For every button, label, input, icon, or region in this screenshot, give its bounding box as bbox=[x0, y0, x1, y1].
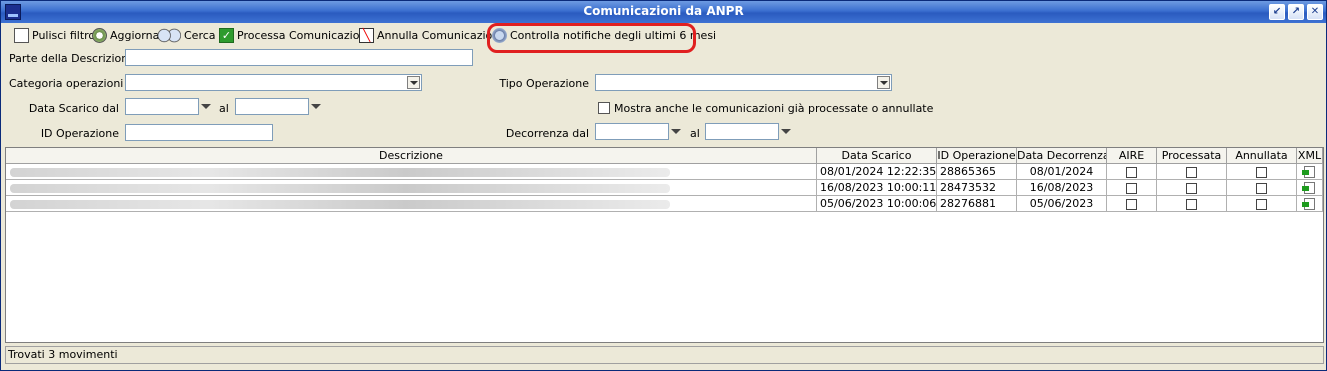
results-grid[interactable]: Descrizione Data Scarico ID Operazione D… bbox=[5, 147, 1324, 343]
row-processata-cell bbox=[1157, 164, 1227, 180]
column-header-id-operazione[interactable]: ID Operazione bbox=[937, 148, 1017, 164]
row-aire-cell bbox=[1107, 196, 1157, 212]
column-header-aire[interactable]: AIRE bbox=[1107, 148, 1157, 164]
processa-comunicazione-button[interactable]: ✓ Processa Comunicazione bbox=[219, 26, 373, 44]
data-scarico-label: Data Scarico dal bbox=[28, 102, 119, 115]
categoria-combo[interactable] bbox=[125, 74, 422, 91]
row-xml-cell bbox=[1297, 180, 1323, 196]
refresh-icon bbox=[92, 27, 107, 43]
row-descrizione-cell[interactable] bbox=[6, 164, 817, 180]
descrizione-label: Parte della Descrizione bbox=[9, 52, 135, 65]
data-scarico-al-label: al bbox=[219, 102, 229, 115]
row-data-scarico-cell[interactable]: 16/08/2023 10:00:11 bbox=[817, 180, 937, 196]
data-scarico-to-input[interactable] bbox=[235, 98, 309, 115]
chevron-down-icon[interactable] bbox=[669, 123, 683, 140]
xml-icon[interactable] bbox=[1302, 182, 1315, 194]
annullata-checkbox[interactable] bbox=[1256, 182, 1267, 194]
xml-icon[interactable] bbox=[1302, 166, 1315, 178]
row-annullata-cell bbox=[1227, 180, 1297, 196]
decorrenza-to-input[interactable] bbox=[705, 123, 779, 140]
column-header-descrizione[interactable]: Descrizione bbox=[6, 148, 817, 164]
processata-checkbox[interactable] bbox=[1186, 166, 1197, 178]
row-data-decorrenza-cell[interactable]: 16/08/2023 bbox=[1017, 180, 1107, 196]
document-icon bbox=[14, 27, 29, 43]
pulisci-filtro-button[interactable]: Pulisci filtro bbox=[14, 26, 95, 44]
annullata-checkbox[interactable] bbox=[1256, 198, 1267, 210]
chevron-down-icon[interactable] bbox=[877, 76, 890, 89]
red-highlight-annotation bbox=[487, 23, 696, 53]
row-data-decorrenza-cell[interactable]: 08/01/2024 bbox=[1017, 164, 1107, 180]
mostra-processate-label: Mostra anche le comunicazioni già proces… bbox=[614, 102, 934, 115]
row-aire-cell bbox=[1107, 164, 1157, 180]
data-scarico-from-input[interactable] bbox=[125, 98, 199, 115]
row-id-operazione-cell[interactable]: 28865365 bbox=[937, 164, 1017, 180]
id-operazione-input[interactable] bbox=[125, 124, 273, 141]
xml-icon[interactable] bbox=[1302, 198, 1315, 210]
processata-checkbox[interactable] bbox=[1186, 198, 1197, 210]
aire-checkbox[interactable] bbox=[1126, 182, 1137, 194]
redacted-description bbox=[10, 200, 670, 209]
chevron-down-icon[interactable] bbox=[779, 123, 793, 140]
redacted-description bbox=[10, 184, 670, 193]
window-title: Comunicazioni da ANPR bbox=[583, 4, 744, 18]
annulla-comunicazione-button[interactable]: ╲ Annulla Comunicazione bbox=[359, 26, 506, 44]
annullata-checkbox[interactable] bbox=[1256, 166, 1267, 178]
aire-checkbox[interactable] bbox=[1126, 198, 1137, 210]
cerca-button[interactable]: Cerca bbox=[157, 26, 216, 44]
cerca-label: Cerca bbox=[184, 28, 216, 42]
aggiorna-button[interactable]: Aggiorna bbox=[92, 26, 159, 44]
checkmark-icon: ✓ bbox=[219, 27, 234, 43]
row-annullata-cell bbox=[1227, 196, 1297, 212]
mostra-processate-checkbox[interactable] bbox=[598, 102, 610, 114]
row-data-scarico-cell[interactable]: 08/01/2024 12:22:35 bbox=[817, 164, 937, 180]
decorrenza-from-input[interactable] bbox=[595, 123, 669, 140]
pulisci-filtro-label: Pulisci filtro bbox=[32, 28, 96, 42]
descrizione-input[interactable] bbox=[125, 49, 473, 66]
restore-icon[interactable]: ↙ bbox=[1269, 4, 1285, 20]
chevron-down-icon[interactable] bbox=[407, 76, 420, 89]
row-id-operazione-cell[interactable]: 28276881 bbox=[937, 196, 1017, 212]
aire-checkbox[interactable] bbox=[1126, 166, 1137, 178]
row-xml-cell bbox=[1297, 196, 1323, 212]
row-annullata-cell bbox=[1227, 164, 1297, 180]
row-descrizione-cell[interactable] bbox=[6, 180, 817, 196]
column-header-processata[interactable]: Processata bbox=[1157, 148, 1227, 164]
row-processata-cell bbox=[1157, 180, 1227, 196]
column-header-data-scarico[interactable]: Data Scarico bbox=[817, 148, 937, 164]
row-aire-cell bbox=[1107, 180, 1157, 196]
status-bar: Trovati 3 movimenti bbox=[5, 346, 1324, 364]
cancel-icon: ╲ bbox=[359, 27, 374, 43]
id-operazione-label: ID Operazione bbox=[40, 127, 119, 140]
column-header-xml[interactable]: XML bbox=[1297, 148, 1323, 164]
row-data-scarico-cell[interactable]: 05/06/2023 10:00:06 bbox=[817, 196, 937, 212]
redacted-description bbox=[10, 168, 670, 177]
column-header-data-decorrenza[interactable]: Data Decorrenza bbox=[1017, 148, 1107, 164]
row-xml-cell bbox=[1297, 164, 1323, 180]
decorrenza-al-label: al bbox=[690, 127, 700, 140]
tipo-operazione-combo[interactable] bbox=[595, 74, 892, 91]
binoculars-icon bbox=[157, 27, 181, 43]
chevron-down-icon[interactable] bbox=[309, 98, 323, 115]
processa-comunicazione-label: Processa Comunicazione bbox=[237, 28, 374, 42]
chevron-down-icon[interactable] bbox=[199, 98, 213, 115]
row-descrizione-cell[interactable] bbox=[6, 196, 817, 212]
decorrenza-label: Decorrenza dal bbox=[505, 127, 589, 140]
processata-checkbox[interactable] bbox=[1186, 182, 1197, 194]
categoria-label: Categoria operazioni bbox=[9, 77, 124, 90]
close-icon[interactable]: ✕ bbox=[1307, 4, 1323, 20]
tipo-operazione-label: Tipo Operazione bbox=[499, 77, 589, 90]
main-window: Comunicazioni da ANPR ↙ ↗ ✕ Pulisci filt… bbox=[0, 0, 1327, 371]
aggiorna-label: Aggiorna bbox=[110, 28, 160, 42]
column-header-annullata[interactable]: Annullata bbox=[1227, 148, 1297, 164]
row-processata-cell bbox=[1157, 196, 1227, 212]
row-id-operazione-cell[interactable]: 28473532 bbox=[937, 180, 1017, 196]
row-data-decorrenza-cell[interactable]: 05/06/2023 bbox=[1017, 196, 1107, 212]
maximize-icon[interactable]: ↗ bbox=[1288, 4, 1304, 20]
title-bar: Comunicazioni da ANPR ↙ ↗ ✕ bbox=[1, 1, 1326, 23]
